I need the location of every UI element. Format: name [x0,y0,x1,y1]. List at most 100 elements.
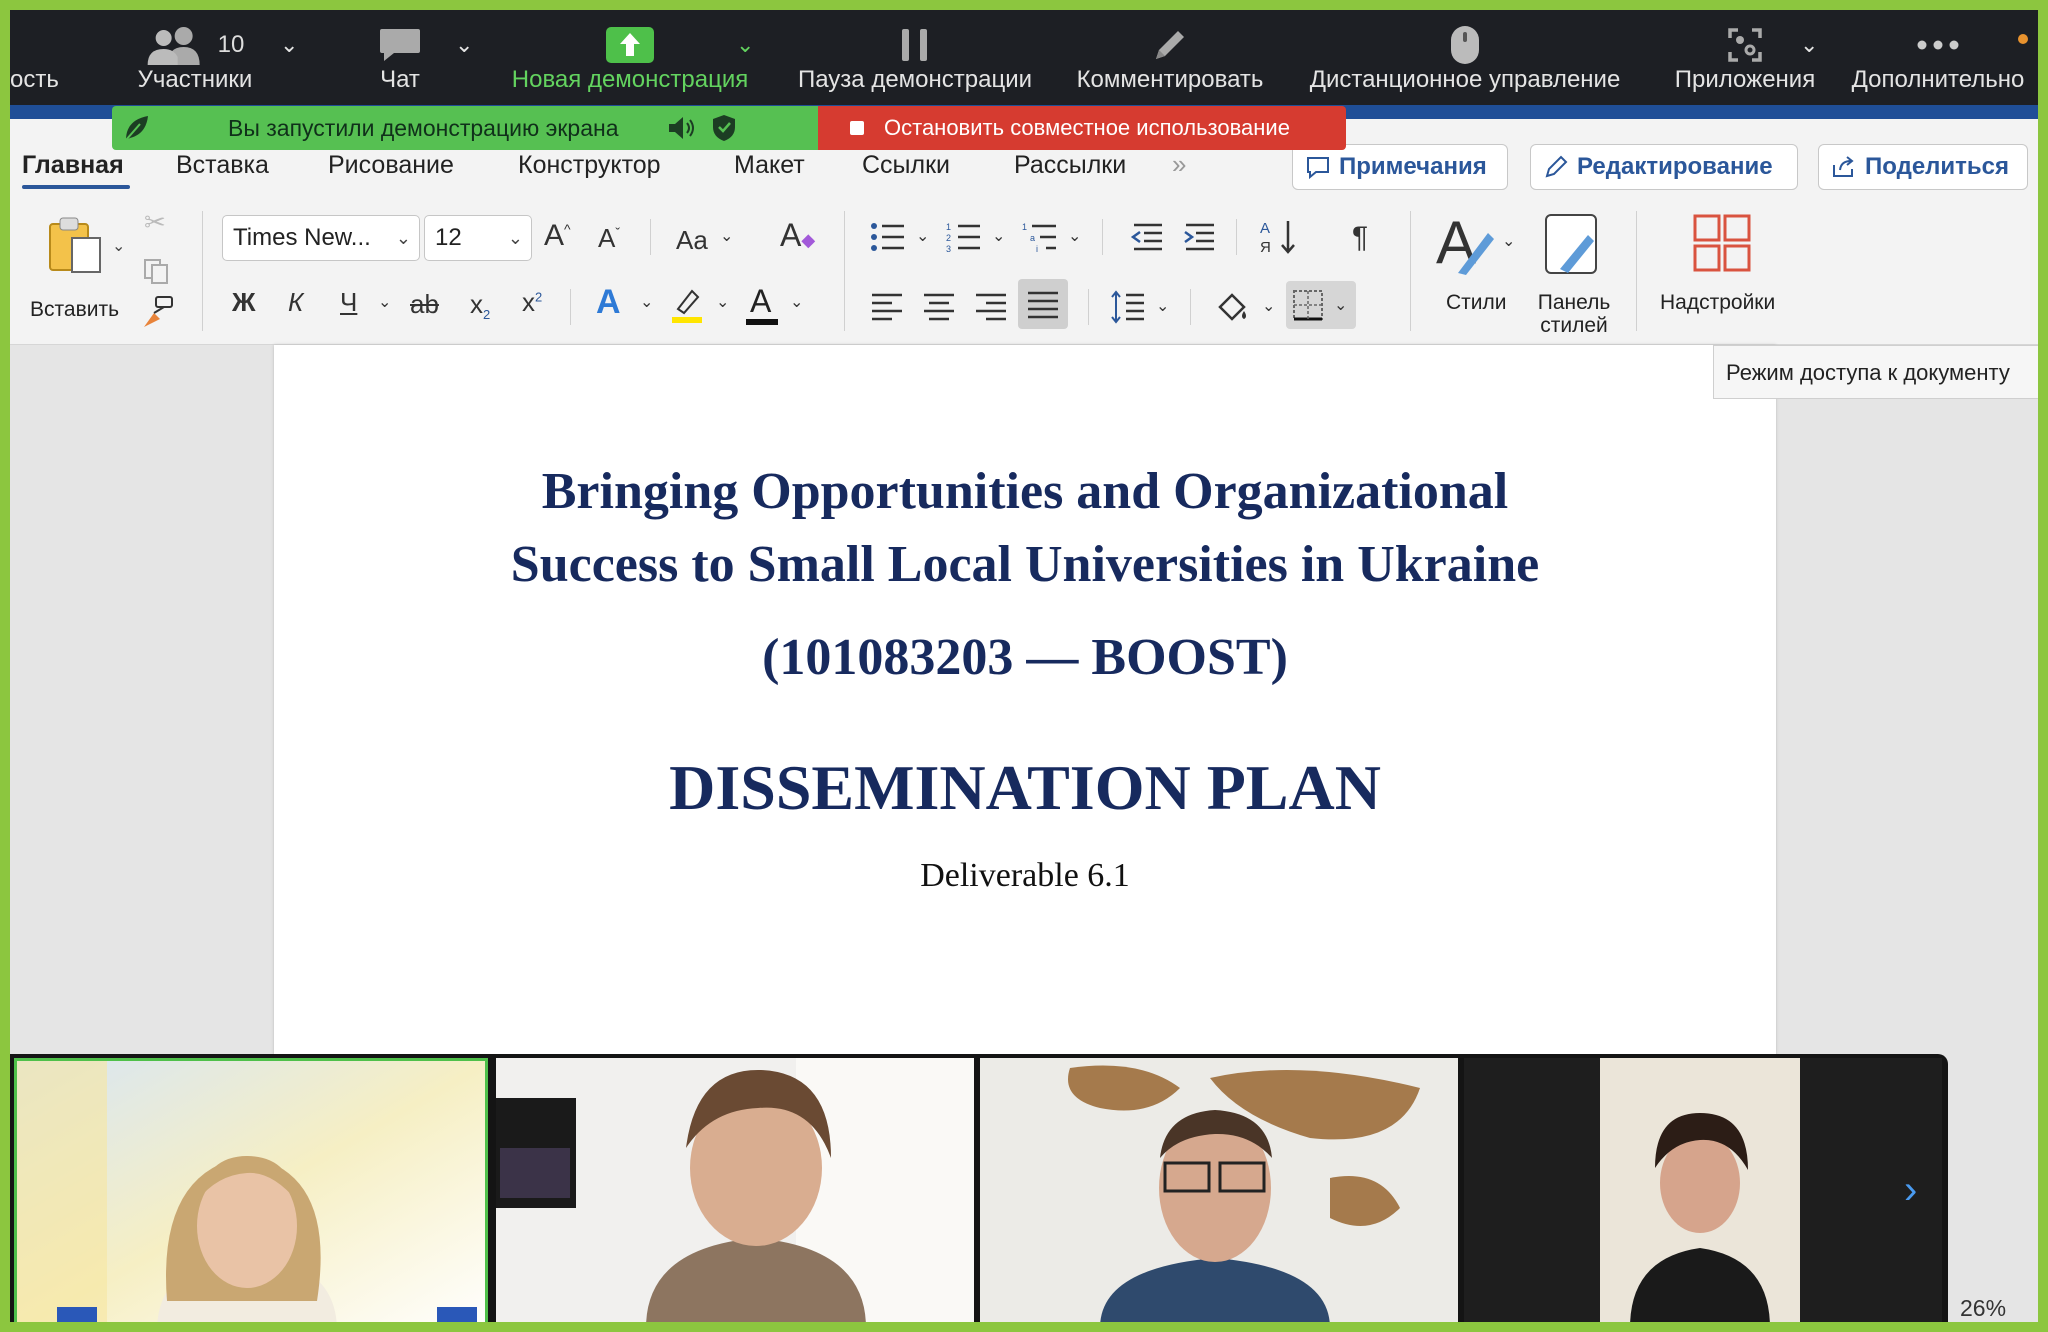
video-tile-active-speaker[interactable] [14,1058,488,1322]
font-size-select[interactable]: 12 ⌄ [424,215,532,261]
ribbon-tab[interactable]: Вставка [176,151,269,180]
share-screen-icon [606,24,654,66]
tabs-overflow-icon[interactable]: » [1172,149,1186,180]
pause-share-button[interactable]: Пауза демонстрации [780,10,1050,105]
change-case-button[interactable]: Aa [676,227,708,253]
size-chevron-down-icon: ⌄ [507,228,523,248]
text-effects-icon[interactable]: A [596,285,621,319]
ribbon-tab[interactable]: Конструктор [518,151,661,180]
active-tab-indicator [22,151,130,191]
comment-icon [1307,157,1329,179]
separator [202,211,203,331]
bold-button[interactable]: Ж [232,289,256,315]
chat-button[interactable]: Чат [340,10,460,105]
ribbon-tab[interactable]: Рисование [328,151,454,180]
pause-icon [898,24,932,66]
format-painter-icon[interactable] [140,295,176,329]
partial-label: ость [10,66,59,93]
decrease-indent-icon[interactable] [1130,221,1164,253]
highlight-icon[interactable] [670,285,704,325]
case-chevron-down-icon[interactable]: ⌄ [720,229,733,245]
participants-chevron-down-icon[interactable]: ⌄ [280,32,298,58]
grow-font-icon[interactable]: A^ [544,221,571,251]
align-left-icon[interactable] [870,291,904,323]
participants-label: Участники [137,66,253,93]
subscript-icon[interactable]: x2 [470,291,490,321]
share-chevron-down-icon[interactable]: ⌄ [736,32,754,58]
document-page[interactable]: Bringing Opportunities and Organizationa… [274,345,1776,1065]
shading-icon[interactable] [1216,289,1250,325]
next-page-chevron-right-icon[interactable]: › [1904,1168,1917,1213]
chat-chevron-down-icon[interactable]: ⌄ [455,32,473,58]
superscript-icon[interactable]: x2 [522,289,542,315]
sort-icon[interactable]: АЯ [1260,217,1300,257]
comments-label: Примечания [1339,153,1487,180]
underline-button[interactable]: Ч [340,289,357,315]
strikethrough-button[interactable]: ab [410,291,439,317]
multilevel-chevron-down-icon[interactable]: ⌄ [1068,229,1081,245]
paste-chevron-down-icon[interactable]: ⌄ [112,236,125,256]
svg-text:2: 2 [946,233,951,243]
editing-mode-button[interactable]: Редактирование [1530,144,1798,190]
clear-formatting-icon[interactable]: A◆ [780,219,815,251]
borders-chevron-down-icon: ⌄ [1334,297,1348,314]
font-color-letter: A [750,283,772,319]
styles-label: Стили [1446,291,1507,314]
increase-indent-icon[interactable] [1182,221,1216,253]
styles-icon: A [1436,211,1494,276]
shield-check-icon [712,115,735,141]
stop-sharing-label: Остановить совместное использование [884,115,1290,140]
apps-label: Приложения [1674,66,1816,93]
italic-button[interactable]: К [288,289,303,315]
share-button[interactable]: Поделиться [1818,144,2028,190]
participants-button[interactable]: 10 Участники [110,10,280,105]
ribbon-tab[interactable]: Рассылки [1014,151,1126,180]
borders-button[interactable]: ⌄ [1286,281,1356,329]
highlight-chevron-down-icon[interactable]: ⌄ [716,295,729,311]
font-color-chevron-down-icon[interactable]: ⌄ [790,295,803,311]
new-share-button[interactable]: Новая демонстрация [490,10,770,105]
separator [1636,211,1637,331]
numbering-icon[interactable]: 123 [946,221,982,253]
bullets-icon[interactable] [870,221,906,253]
addins-button[interactable]: Надстройки [1654,211,1794,341]
shading-chevron-down-icon[interactable]: ⌄ [1262,299,1275,315]
project-code: (101083203 — BOOST) [762,629,1288,686]
ribbon-tab[interactable]: Макет [734,151,805,180]
justify-button[interactable] [1018,279,1068,329]
zoom-level[interactable]: 26% [1948,1295,2038,1322]
multilevel-list-icon[interactable]: 1ai [1022,221,1058,253]
more-button[interactable]: Дополнительно [1840,10,2036,105]
ribbon-tab[interactable]: Ссылки [862,151,950,180]
show-formatting-marks-icon[interactable]: ¶ [1352,223,1368,253]
line-spacing-chevron-down-icon[interactable]: ⌄ [1156,299,1169,315]
shrink-font-icon[interactable]: Aˇ [598,225,620,251]
numbering-chevron-down-icon[interactable]: ⌄ [992,229,1005,245]
separator [1236,219,1237,255]
remote-control-button[interactable]: Дистанционное управление [1290,10,1640,105]
styles-button[interactable]: A ⌄ Стили [1434,211,1520,341]
comments-button[interactable]: Примечания [1292,144,1508,190]
sharing-status-banner: Вы запустили демонстрацию экрана [112,106,830,150]
styles-pane-button[interactable]: Панель стилей [1528,211,1618,341]
speaker-icon[interactable] [667,114,697,142]
underline-chevron-down-icon[interactable]: ⌄ [378,295,391,311]
effects-chevron-down-icon[interactable]: ⌄ [640,295,653,311]
bullets-chevron-down-icon[interactable]: ⌄ [916,229,929,245]
video-tile[interactable] [496,1058,974,1322]
video-tile[interactable]: › [1464,1058,1942,1322]
paste-button[interactable]: ⌄ Вставить [30,214,125,334]
align-center-icon[interactable] [922,291,956,323]
font-name-select[interactable]: Times New... ⌄ [222,215,420,261]
toolbar-item-partial[interactable]: ость [10,10,70,105]
align-right-icon[interactable] [974,291,1008,323]
stop-sharing-button[interactable]: Остановить совместное использование [818,106,1346,150]
font-color-icon[interactable]: A [746,283,778,327]
annotate-button[interactable]: Комментировать [1060,10,1280,105]
apps-chevron-down-icon[interactable]: ⌄ [1800,32,1818,58]
font-name-value: Times New... [233,224,371,251]
line-spacing-icon[interactable] [1110,289,1146,325]
video-tile[interactable] [980,1058,1458,1322]
copy-icon[interactable] [142,257,170,285]
cut-icon[interactable]: ✂ [144,209,166,235]
